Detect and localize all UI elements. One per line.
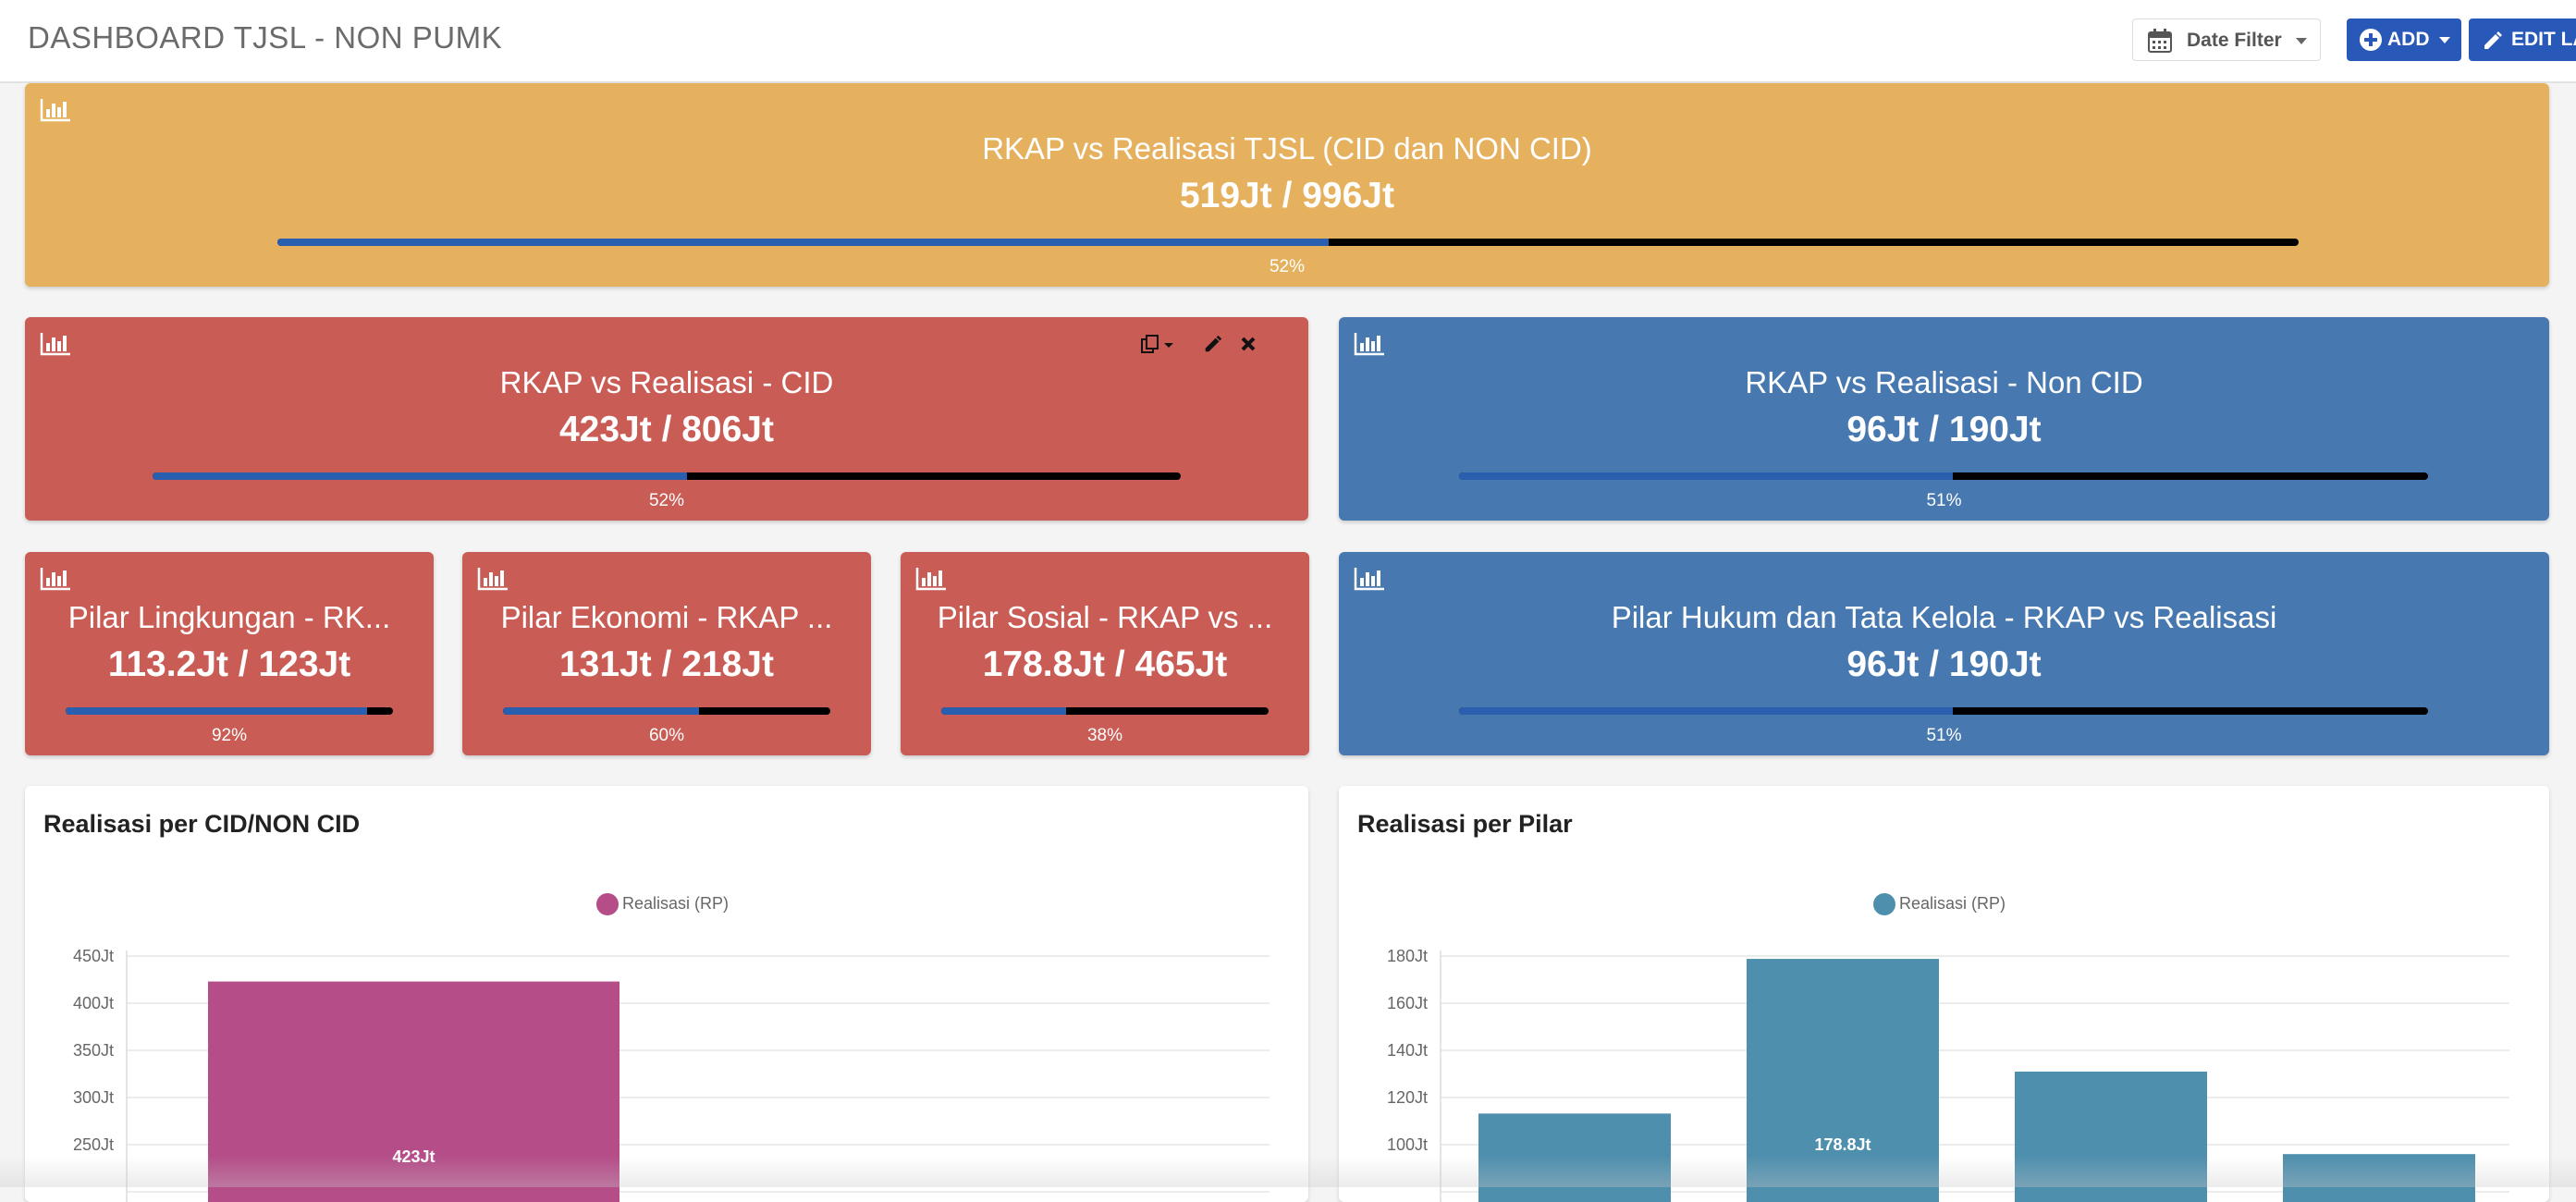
y-tick-label: 450Jt — [73, 947, 114, 965]
bar-chart-icon — [477, 568, 508, 591]
bar-data-label: 178.8Jt — [1814, 1135, 1871, 1154]
card-value: 131Jt / 218Jt — [558, 644, 774, 684]
card-title: RKAP vs Realisasi - CID — [499, 365, 834, 399]
progress-percent: 60% — [648, 726, 685, 745]
close-icon[interactable] — [1240, 336, 1257, 352]
progress-bar — [277, 239, 2299, 246]
y-tick-label: 300Jt — [73, 1088, 114, 1107]
y-tick-label: 140Jt — [1387, 1041, 1428, 1060]
bar-chart-icon — [915, 568, 946, 591]
card-value: 96Jt / 190Jt — [1846, 410, 2042, 449]
bar-chart-pilar: 180Jt 160Jt 140Jt 120Jt 100Jt 178.8Jt — [1387, 947, 2509, 1202]
card-title: RKAP vs Realisasi - Non CID — [1745, 365, 2143, 399]
progress-bar — [503, 707, 830, 715]
card-title: Pilar Lingkungan - RK... — [67, 600, 391, 634]
progress-fill — [1459, 707, 1954, 715]
progress-bar — [153, 472, 1181, 480]
progress-fill — [1459, 472, 1954, 480]
bar-chart-cid-noncid: 450Jt400Jt350Jt300Jt250Jt423Jt — [73, 947, 1270, 1202]
bar-chart-icon — [1354, 333, 1384, 356]
y-tick-label: 250Jt — [73, 1135, 114, 1154]
progress-bar — [66, 707, 393, 715]
card-title: Pilar Sosial - RKAP vs ... — [937, 600, 1273, 634]
top-bar: DASHBOARD TJSL - NON PUMK Date Filter AD… — [0, 0, 2576, 83]
card-pilar-lingkungan[interactable]: Pilar Lingkungan - RK... 113.2Jt / 123Jt… — [25, 552, 434, 755]
progress-fill — [941, 707, 1066, 715]
scroll-fade — [0, 1156, 2576, 1187]
date-filter-label: Date Filter — [2187, 30, 2282, 51]
card-title: Pilar Ekonomi - RKAP ... — [500, 600, 833, 634]
progress-percent: 52% — [648, 491, 685, 510]
calendar-icon — [2148, 29, 2172, 53]
chevron-down-icon — [2296, 38, 2307, 44]
card-pilar-sosial[interactable]: Pilar Sosial - RKAP vs ... 178.8Jt / 465… — [901, 552, 1309, 755]
pencil-icon — [2484, 31, 2502, 49]
card-pilar-ekonomi[interactable]: Pilar Ekonomi - RKAP ... 131Jt / 218Jt 6… — [462, 552, 871, 755]
bar-chart-icon — [40, 333, 70, 356]
card-total-rkap-vs-realisasi[interactable]: RKAP vs Realisasi TJSL (CID dan NON CID)… — [25, 83, 2549, 287]
add-button-label: ADD — [2387, 29, 2430, 50]
pencil-icon[interactable] — [1203, 334, 1223, 354]
card-toolbar — [1140, 332, 1270, 358]
progress-bar — [1459, 707, 2428, 715]
bar-chart-icon — [40, 568, 70, 591]
edit-layout-button[interactable]: EDIT LA — [2469, 18, 2576, 61]
progress-fill — [503, 707, 700, 715]
y-tick-label: 120Jt — [1387, 1088, 1428, 1107]
chart-panel-pilar: Realisasi per Pilar Realisasi (RP) 180Jt… — [1339, 786, 2549, 1202]
card-title: RKAP vs Realisasi TJSL (CID dan NON CID) — [982, 131, 1592, 166]
progress-percent: 51% — [1926, 726, 1962, 745]
bar-chart-icon — [40, 99, 70, 122]
copy-icon[interactable] — [1140, 334, 1177, 356]
card-value: 519Jt / 996Jt — [1179, 176, 1394, 215]
chart-panel-cid-noncid: Realisasi per CID/NON CID Realisasi (RP)… — [25, 786, 1308, 1202]
progress-fill — [153, 472, 688, 480]
chevron-down-icon — [2439, 37, 2450, 43]
card-pilar-hukum[interactable]: Pilar Hukum dan Tata Kelola - RKAP vs Re… — [1339, 552, 2549, 755]
progress-percent: 51% — [1926, 491, 1962, 510]
y-tick-label: 100Jt — [1387, 1135, 1428, 1154]
progress-percent: 52% — [1269, 257, 1306, 276]
page-title: DASHBOARD TJSL - NON PUMK — [28, 20, 503, 55]
card-cid[interactable]: RKAP vs Realisasi - CID 423Jt / 806Jt 52… — [25, 317, 1308, 521]
progress-fill — [277, 239, 1329, 246]
progress-fill — [66, 707, 367, 715]
y-tick-label: 400Jt — [73, 994, 114, 1012]
y-tick-label: 180Jt — [1387, 947, 1428, 965]
card-value: 113.2Jt / 123Jt — [107, 644, 351, 684]
progress-percent: 38% — [1086, 726, 1123, 745]
progress-percent: 92% — [211, 726, 248, 745]
edit-button-label: EDIT LA — [2511, 29, 2576, 50]
card-value: 423Jt / 806Jt — [558, 410, 774, 449]
card-non-cid[interactable]: RKAP vs Realisasi - Non CID 96Jt / 190Jt… — [1339, 317, 2549, 521]
progress-bar — [941, 707, 1269, 715]
y-tick-label: 350Jt — [73, 1041, 114, 1060]
card-value: 96Jt / 190Jt — [1846, 644, 2042, 684]
card-value: 178.8Jt / 465Jt — [982, 644, 1228, 684]
y-tick-label: 160Jt — [1387, 994, 1428, 1012]
bar-chart-icon — [1354, 568, 1384, 591]
progress-bar — [1459, 472, 2428, 480]
card-title: Pilar Hukum dan Tata Kelola - RKAP vs Re… — [1611, 600, 2277, 634]
date-filter-button[interactable]: Date Filter — [2132, 18, 2321, 61]
plus-circle-icon — [2360, 29, 2382, 51]
add-button[interactable]: ADD — [2347, 18, 2461, 61]
